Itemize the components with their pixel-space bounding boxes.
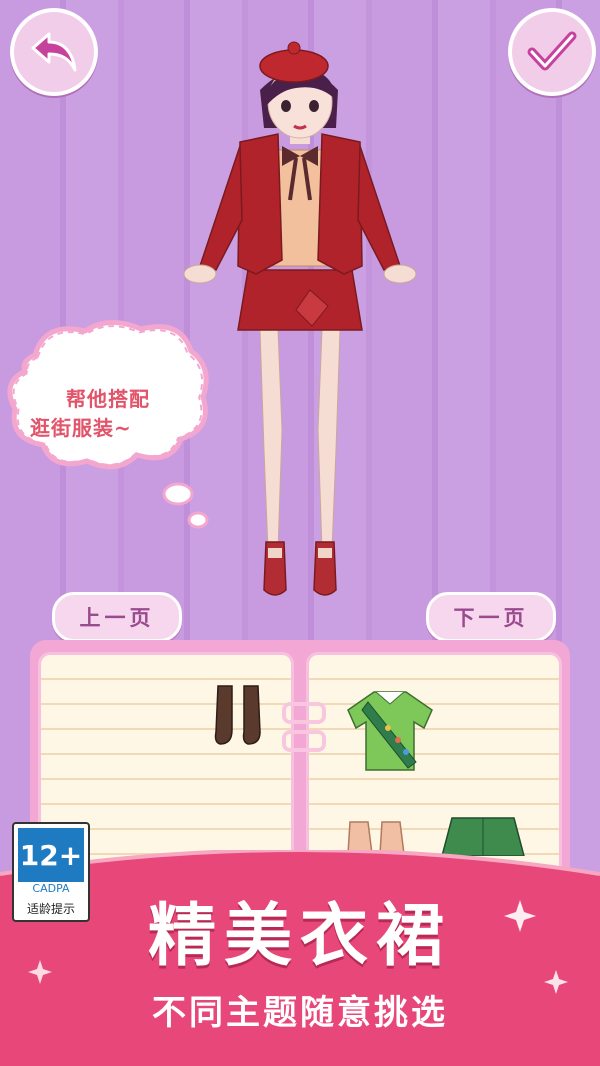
green-scout-shirt-item[interactable]	[344, 688, 436, 774]
age-rating-badge: 12+ CADPA 适龄提示	[12, 822, 90, 922]
brown-boots-item[interactable]	[210, 684, 270, 748]
age-rating-value: 12+	[18, 828, 84, 882]
binder-ring	[282, 730, 326, 752]
checkmark-icon	[527, 31, 577, 71]
confirm-button[interactable]	[508, 8, 596, 96]
age-rating-tip: 适龄提示	[26, 902, 75, 916]
back-button[interactable]	[10, 8, 98, 96]
back-arrow-icon	[31, 32, 77, 72]
next-page-button[interactable]: 下一页	[426, 592, 556, 642]
bubble-tail-dots	[162, 482, 209, 529]
age-rating-brand: CADPA	[32, 882, 70, 895]
prev-page-button[interactable]: 上一页	[52, 592, 182, 642]
promo-subtitle: 不同主题随意挑选	[152, 993, 448, 1033]
bubble-text-line2: 逛街服装~	[30, 416, 132, 440]
promo-title: 精美衣裙	[147, 897, 452, 976]
binder-ring	[282, 702, 326, 724]
bubble-text-line1: 帮他搭配	[66, 387, 150, 411]
